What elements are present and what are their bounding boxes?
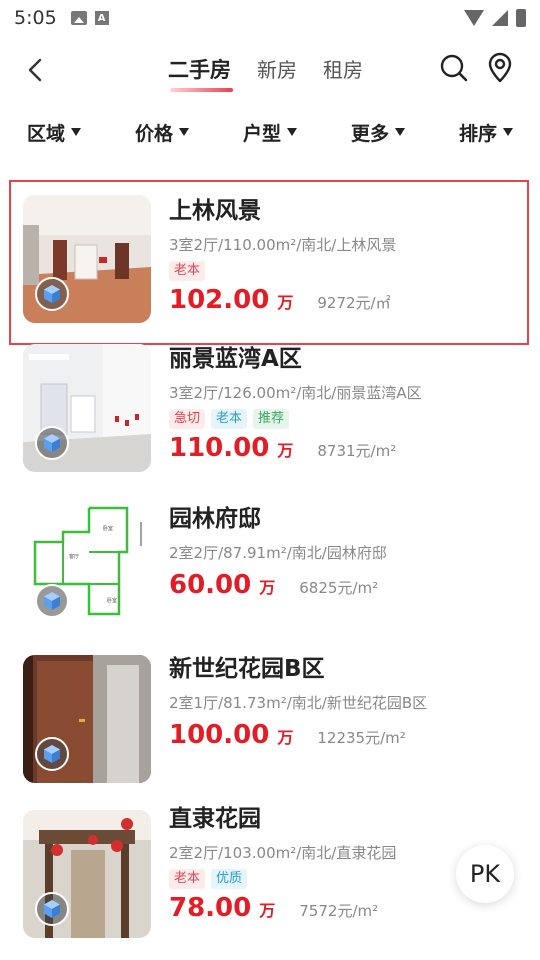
filter-bar: 区域 价格 户型 更多 排序 [0, 112, 540, 152]
vr-view-badge[interactable] [35, 584, 69, 618]
price-unit: 万 [259, 578, 276, 597]
tag: 急切 [169, 409, 206, 429]
listing-title: 上林风景 [169, 198, 261, 224]
listing-item[interactable]: 上林风景 3室2厅/110.00m²/南北/上林风景 老本 102.00 万 9… [0, 180, 540, 345]
filter-area[interactable]: 区域 [0, 112, 108, 152]
signal-icon [492, 10, 508, 26]
top-nav: 二手房 新房 租房 [0, 44, 540, 96]
tag: 老本 [211, 409, 248, 429]
vr-view-badge[interactable] [35, 277, 69, 311]
listing-item[interactable]: 新世纪花园B区 2室1厅/81.73m²/南北/新世纪花园B区 100.00 万… [0, 644, 540, 800]
unit-price: 6825元/m² [299, 579, 379, 597]
vr-cube-icon [44, 900, 60, 918]
listing-price: 60.00 [169, 570, 252, 600]
back-button[interactable] [20, 54, 52, 86]
filter-price[interactable]: 价格 [108, 112, 216, 152]
price-unit: 万 [277, 293, 294, 312]
battery-icon [516, 9, 526, 27]
listing-price: 78.00 [169, 893, 252, 923]
vr-cube-icon [44, 285, 60, 303]
tab-second-hand[interactable]: 二手房 [168, 54, 233, 92]
dropdown-arrow-icon [71, 128, 81, 136]
tag: 老本 [169, 869, 206, 889]
listing-price: 110.00 [169, 433, 270, 463]
listing-title: 新世纪花园B区 [169, 656, 325, 682]
filter-sort[interactable]: 排序 [432, 112, 540, 152]
wifi-icon [464, 10, 484, 26]
listing-specs: 2室2厅/87.91m²/南北/园林府邸 [169, 544, 387, 562]
listing-photo [23, 810, 151, 938]
svg-text:卧室: 卧室 [103, 525, 113, 532]
status-time: 5:05 [14, 7, 57, 29]
search-icon [440, 54, 468, 82]
vr-view-badge[interactable] [35, 892, 69, 926]
listing-title: 直隶花园 [169, 806, 261, 832]
listing-tags: 老本 [169, 261, 519, 281]
vr-cube-icon [44, 745, 60, 763]
gallery-notification-icon [70, 11, 87, 25]
search-button[interactable] [438, 52, 470, 84]
listing-photo [23, 655, 151, 783]
tag: 推荐 [253, 409, 290, 429]
chevron-left-icon [28, 58, 42, 82]
listing-item[interactable]: 丽景蓝湾A区 3室2厅/126.00m²/南北/丽景蓝湾A区 急切 老本 推荐 … [0, 340, 540, 492]
tag: 老本 [169, 261, 206, 281]
dropdown-arrow-icon [179, 128, 189, 136]
listing-specs: 3室2厅/126.00m²/南北/丽景蓝湾A区 [169, 384, 422, 402]
price-unit: 万 [277, 441, 294, 460]
dropdown-arrow-icon [503, 128, 513, 136]
map-pin-icon [488, 52, 512, 83]
active-tab-indicator [170, 88, 233, 92]
vr-view-badge[interactable] [35, 737, 69, 771]
listing-list: 上林风景 3室2厅/110.00m²/南北/上林风景 老本 102.00 万 9… [0, 180, 540, 950]
unit-price: 9272元/㎡ [317, 294, 391, 312]
listing-photo [23, 344, 151, 472]
price-unit: 万 [277, 728, 294, 747]
filter-layout[interactable]: 户型 [216, 112, 324, 152]
listing-item[interactable]: 客厅 卧室 卧室 园林府邸 2室2厅/87.91m²/南北/园林府邸 60.00… [0, 492, 540, 644]
price-unit: 万 [259, 901, 276, 920]
house-type-tabs: 二手房 新房 租房 [168, 54, 363, 92]
listing-price: 102.00 [169, 285, 270, 315]
svg-text:客厅: 客厅 [69, 553, 79, 560]
listing-tags: 急切 老本 推荐 [169, 409, 519, 429]
unit-price: 7572元/m² [299, 902, 379, 920]
listing-specs: 3室2厅/110.00m²/南北/上林风景 [169, 236, 397, 254]
tab-new-house[interactable]: 新房 [257, 54, 297, 83]
tag: 优质 [211, 869, 248, 889]
dropdown-arrow-icon [287, 128, 297, 136]
tab-rent[interactable]: 租房 [323, 54, 363, 83]
vr-cube-icon [44, 434, 60, 452]
listing-title: 园林府邸 [169, 506, 261, 532]
filter-more[interactable]: 更多 [324, 112, 432, 152]
listing-floorplan: 客厅 卧室 卧室 [23, 502, 151, 630]
unit-price: 8731元/m² [317, 442, 397, 460]
vr-cube-icon [44, 592, 60, 610]
svg-text:卧室: 卧室 [107, 597, 117, 604]
status-bar: 5:05 A [0, 0, 540, 36]
location-button[interactable] [484, 52, 516, 84]
listing-specs: 2室1厅/81.73m²/南北/新世纪花园B区 [169, 694, 428, 712]
listing-photo [23, 195, 151, 323]
text-notification-icon: A [94, 11, 109, 25]
unit-price: 12235元/m² [317, 729, 406, 747]
listing-price: 100.00 [169, 720, 270, 750]
dropdown-arrow-icon [395, 128, 405, 136]
listing-title: 丽景蓝湾A区 [169, 346, 302, 372]
vr-view-badge[interactable] [35, 426, 69, 460]
pk-compare-button[interactable]: PK [456, 845, 514, 903]
